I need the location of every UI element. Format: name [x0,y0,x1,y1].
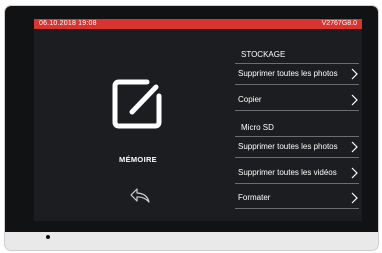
menu-item-label: Copier [238,95,262,104]
menu-item-label: Supprimer toutes les photos [238,69,338,78]
menu-item-label: Formater [238,193,271,202]
menu-item-label: Supprimer toutes les photos [238,142,338,151]
storage-header: STOCKAGE [241,50,286,59]
datetime-label: 06.10.2018 19:08 [39,20,97,27]
sd-delete-videos-item[interactable]: Supprimer toutes les vidéos [235,163,359,184]
chevron-right-icon [351,94,358,106]
storage-delete-photos-item[interactable]: Supprimer toutes les photos [235,64,359,85]
chevron-right-icon [351,192,358,204]
storage-copy-item[interactable]: Copier [235,90,359,111]
micro-sd-header: Micro SD [241,123,274,132]
sd-delete-photos-item[interactable]: Supprimer toutes les photos [235,137,359,158]
indicator-dot [46,235,50,239]
memory-title: MÉMOIRE [119,155,157,164]
edit-memory-icon [112,79,162,129]
chevron-right-icon [351,167,358,179]
sd-format-item[interactable]: Formater [235,188,359,209]
settings-menu: STOCKAGE Supprimer toutes les photos Cop… [235,19,362,221]
menu-item-label: Supprimer toutes les vidéos [238,168,337,177]
intercom-monitor: 06.10.2018 19:08 V2767G8.0 MÉMOIRE STOCK… [5,6,378,250]
screen: 06.10.2018 19:08 V2767G8.0 MÉMOIRE STOCK… [34,19,362,221]
chevron-right-icon [351,141,358,153]
back-arrow-icon[interactable] [128,186,152,204]
monitor-bezel: 06.10.2018 19:08 V2767G8.0 MÉMOIRE STOCK… [5,6,378,232]
chevron-right-icon [351,68,358,80]
